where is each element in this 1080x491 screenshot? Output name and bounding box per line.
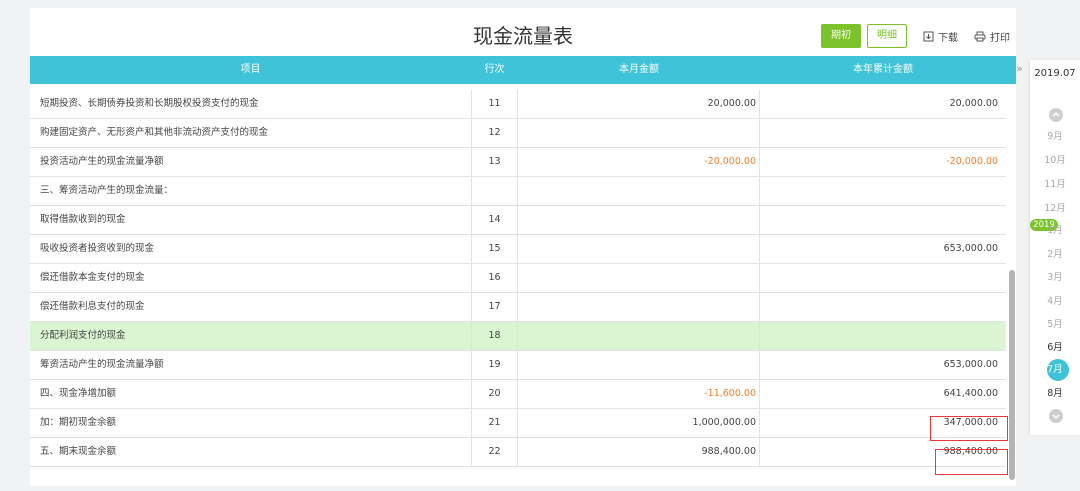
- row-month-amount[interactable]: [518, 351, 760, 380]
- month-item[interactable]: 6月: [1030, 341, 1080, 355]
- month-item-prev[interactable]: 10月: [1030, 154, 1080, 168]
- column-header-month-amount: 本月金额: [619, 64, 659, 75]
- row-item-name: 投资活动产生的现金流量净额: [40, 156, 164, 167]
- table-row[interactable]: 筹资活动产生的现金流量净额 19 653,000.00: [30, 351, 1006, 380]
- column-header-line: 行次: [484, 64, 505, 75]
- month-item[interactable]: 8月: [1030, 387, 1080, 401]
- row-line-number: 18: [471, 322, 518, 351]
- download-label: 下载: [938, 32, 958, 44]
- table-header: 项目 行次 本月金额 本年累计金额: [30, 56, 1016, 84]
- column-header-year-amount: 本年累计金额: [853, 64, 913, 75]
- month-item-prev[interactable]: 9月: [1030, 130, 1080, 144]
- row-line-number: 21: [471, 409, 518, 438]
- row-line-number: 20: [471, 380, 518, 409]
- row-item-name: 加：期初现金余额: [40, 417, 117, 428]
- row-line-number: 22: [471, 438, 518, 467]
- row-month-amount[interactable]: [518, 235, 760, 264]
- row-item-name: 取得借款收到的现金: [40, 214, 126, 225]
- row-year-amount[interactable]: 20,000.00: [760, 90, 998, 119]
- initial-balance-button[interactable]: 期初: [821, 24, 861, 48]
- month-item[interactable]: 3月: [1030, 271, 1080, 285]
- row-line-number: 14: [471, 206, 518, 235]
- row-line-number: 15: [471, 235, 518, 264]
- row-item-name: 偿还借款本金支付的现金: [40, 272, 145, 283]
- row-line-number: 19: [471, 351, 518, 380]
- scrollbar-thumb[interactable]: [1009, 270, 1015, 480]
- row-year-amount[interactable]: [760, 177, 998, 206]
- row-item-name: 三、筹资活动产生的现金流量：: [40, 185, 174, 196]
- table-row[interactable]: 五、期末现金余额 22 988,400.00 988,400.00: [30, 438, 1006, 467]
- row-month-amount[interactable]: [518, 293, 760, 322]
- row-year-amount[interactable]: [760, 322, 998, 351]
- month-item[interactable]: 7月: [1030, 363, 1080, 377]
- row-month-amount[interactable]: 1,000,000.00: [518, 409, 760, 438]
- table-row[interactable]: 三、筹资活动产生的现金流量：: [30, 177, 1006, 206]
- printer-icon: [974, 31, 986, 41]
- row-month-amount[interactable]: [518, 119, 760, 148]
- chevron-down-icon[interactable]: [1049, 409, 1063, 423]
- row-month-amount[interactable]: [518, 322, 760, 351]
- row-year-amount[interactable]: 653,000.00: [760, 351, 998, 380]
- row-month-amount[interactable]: -11,600.00: [518, 380, 760, 409]
- row-year-amount[interactable]: 641,400.00: [760, 380, 998, 409]
- table-row[interactable]: 购建固定资产、无形资产和其他非流动资产支付的现金 12: [30, 119, 1006, 148]
- row-line-number: 17: [471, 293, 518, 322]
- row-month-amount[interactable]: [518, 264, 760, 293]
- month-item[interactable]: 4月: [1030, 295, 1080, 309]
- annotation-box-closing-balance: [935, 449, 1008, 475]
- row-line-number: 12: [471, 119, 518, 148]
- download-icon: [923, 31, 934, 41]
- annotation-box-opening-balance: [930, 416, 1008, 441]
- row-item-name: 吸收投资者投资收到的现金: [40, 243, 155, 254]
- download-button[interactable]: 下载: [923, 29, 958, 44]
- row-item-name: 五、期末现金余额: [40, 446, 117, 457]
- collapse-sidebar-icon[interactable]: »: [1016, 62, 1023, 75]
- table-body: 短期投资、长期债券投资和长期股权投资支付的现金 11 20,000.00 20,000…: [30, 90, 1006, 486]
- row-item-name: 短期投资、长期债券投资和长期股权投资支付的现金: [40, 98, 259, 109]
- table-row[interactable]: 吸收投资者投资收到的现金 15 653,000.00: [30, 235, 1006, 264]
- row-year-amount[interactable]: -20,000.00: [760, 148, 998, 177]
- table-row[interactable]: 分配利润支付的现金 18: [30, 322, 1006, 351]
- toolbar: 期初 明细 下载 打印: [815, 24, 1010, 48]
- month-item[interactable]: 2月: [1030, 248, 1080, 262]
- row-line-number: [471, 177, 518, 206]
- table-row[interactable]: 偿还借款本金支付的现金 16: [30, 264, 1006, 293]
- row-line-number: 11: [471, 90, 518, 119]
- current-period-label: 2019.07: [1034, 68, 1076, 79]
- row-year-amount[interactable]: [760, 264, 998, 293]
- period-sidebar: 2019.07 9月 10月 11月 12月 2019 1月 2月 3月 4月 5月 6月 7月 8月: [1030, 60, 1080, 435]
- month-item-prev[interactable]: 12月: [1030, 202, 1080, 216]
- row-month-amount[interactable]: 988,400.00: [518, 438, 760, 467]
- table-row[interactable]: 短期投资、长期债券投资和长期股权投资支付的现金 11 20,000.00 20,000…: [30, 90, 1006, 119]
- row-year-amount[interactable]: 653,000.00: [760, 235, 998, 264]
- row-item-name: 分配利润支付的现金: [40, 330, 126, 341]
- table-row[interactable]: 四、现金净增加额 20 -11,600.00 641,400.00: [30, 380, 1006, 409]
- detail-button[interactable]: 明细: [867, 24, 907, 48]
- table-row[interactable]: 取得借款收到的现金 14: [30, 206, 1006, 235]
- row-item-name: 偿还借款利息支付的现金: [40, 301, 145, 312]
- report-panel: 现金流量表 期初 明细 下载 打印 项目 行次 本月金额 本年累计金额 短期投资…: [30, 8, 1016, 486]
- row-line-number: 13: [471, 148, 518, 177]
- row-month-amount[interactable]: [518, 177, 760, 206]
- month-item[interactable]: 1月: [1030, 224, 1080, 238]
- table-row[interactable]: 投资活动产生的现金流量净额 13 -20,000.00 -20,000.00: [30, 148, 1006, 177]
- row-item-name: 购建固定资产、无形资产和其他非流动资产支付的现金: [40, 127, 269, 138]
- row-year-amount[interactable]: [760, 119, 998, 148]
- row-year-amount[interactable]: [760, 206, 998, 235]
- chevron-up-icon[interactable]: [1049, 108, 1063, 122]
- row-item-name: 四、现金净增加额: [40, 388, 117, 399]
- table-row[interactable]: 偿还借款利息支付的现金 17: [30, 293, 1006, 322]
- month-item-prev[interactable]: 11月: [1030, 178, 1080, 192]
- print-button[interactable]: 打印: [974, 29, 1010, 44]
- row-month-amount[interactable]: [518, 206, 760, 235]
- column-header-item: 项目: [240, 64, 261, 75]
- print-label: 打印: [990, 32, 1010, 44]
- row-month-amount[interactable]: -20,000.00: [518, 148, 760, 177]
- month-item[interactable]: 5月: [1030, 318, 1080, 332]
- row-item-name: 筹资活动产生的现金流量净额: [40, 359, 164, 370]
- row-line-number: 16: [471, 264, 518, 293]
- table-row[interactable]: 加：期初现金余额 21 1,000,000.00 347,000.00: [30, 409, 1006, 438]
- row-year-amount[interactable]: [760, 293, 998, 322]
- row-month-amount[interactable]: 20,000.00: [518, 90, 760, 119]
